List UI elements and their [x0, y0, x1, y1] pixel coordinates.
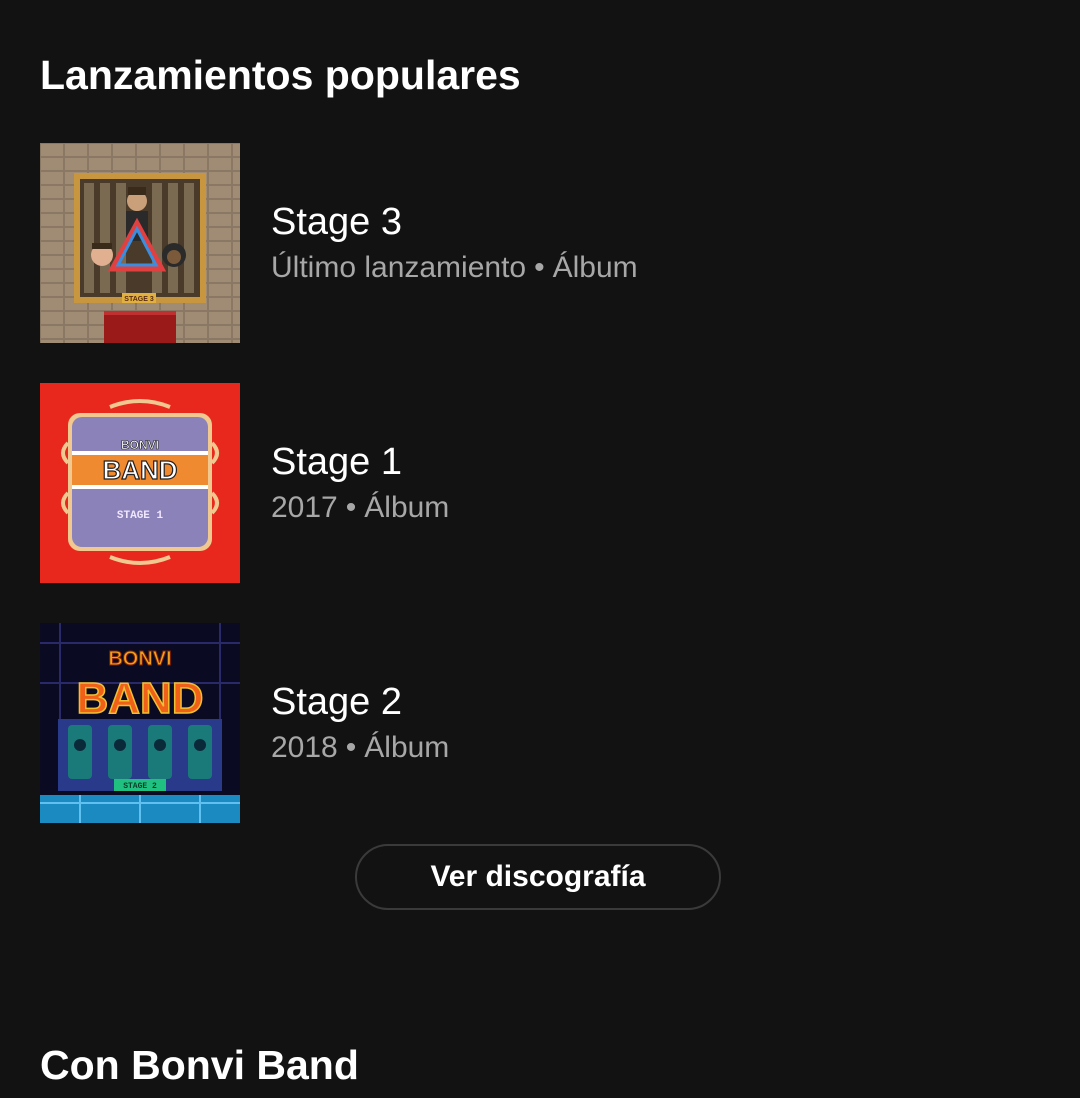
release-subtitle: 2018 • Álbum: [271, 730, 449, 766]
cover-stage-label: STAGE 2: [123, 782, 157, 791]
section-title-with-artist: Con Bonvi Band: [40, 1042, 359, 1088]
album-cover-stage-2: BONVI BAND STAGE 2: [40, 623, 240, 823]
release-title: Stage 2: [271, 681, 402, 723]
section-title-popular-releases: Lanzamientos populares: [40, 52, 521, 98]
cover-stage-label: STAGE 1: [117, 510, 164, 522]
album-cover-stage-3: STAGE 3: [40, 143, 240, 343]
separator-dot: •: [345, 731, 357, 764]
release-subtitle-format: Álbum: [364, 731, 450, 764]
cover-band-top: BONVI: [121, 438, 159, 452]
release-subtitle: 2017 • Álbum: [271, 490, 449, 526]
release-subtitle-type: Último lanzamiento: [271, 251, 527, 284]
release-subtitle-year: 2017: [271, 491, 338, 524]
view-discography-button[interactable]: Ver discografía: [355, 844, 721, 910]
release-title: Stage 3: [271, 201, 402, 243]
release-item-stage-2[interactable]: BONVI BAND STAGE 2 Stage 2 2018 • Álbum: [40, 623, 1040, 823]
cover-band-main: BAND: [76, 674, 203, 723]
release-subtitle-year: 2018: [271, 731, 338, 764]
separator-dot: •: [345, 491, 357, 524]
release-subtitle-format: Álbum: [552, 251, 638, 284]
release-item-stage-1[interactable]: BONVI BAND STAGE 1 Stage 1 2017 • Álbum: [40, 383, 1040, 583]
album-cover-stage-1: BONVI BAND STAGE 1: [40, 383, 240, 583]
cover-stage-label: STAGE 3: [124, 296, 154, 303]
release-title: Stage 1: [271, 441, 402, 483]
release-item-stage-3[interactable]: STAGE 3 Stage 3 Último lanzamiento • Álbum: [40, 143, 1040, 343]
release-subtitle: Último lanzamiento • Álbum: [271, 250, 638, 286]
cover-band-main: BAND: [102, 455, 177, 485]
cover-band-top: BONVI: [108, 648, 171, 670]
separator-dot: •: [534, 251, 545, 284]
release-subtitle-format: Álbum: [364, 491, 450, 524]
